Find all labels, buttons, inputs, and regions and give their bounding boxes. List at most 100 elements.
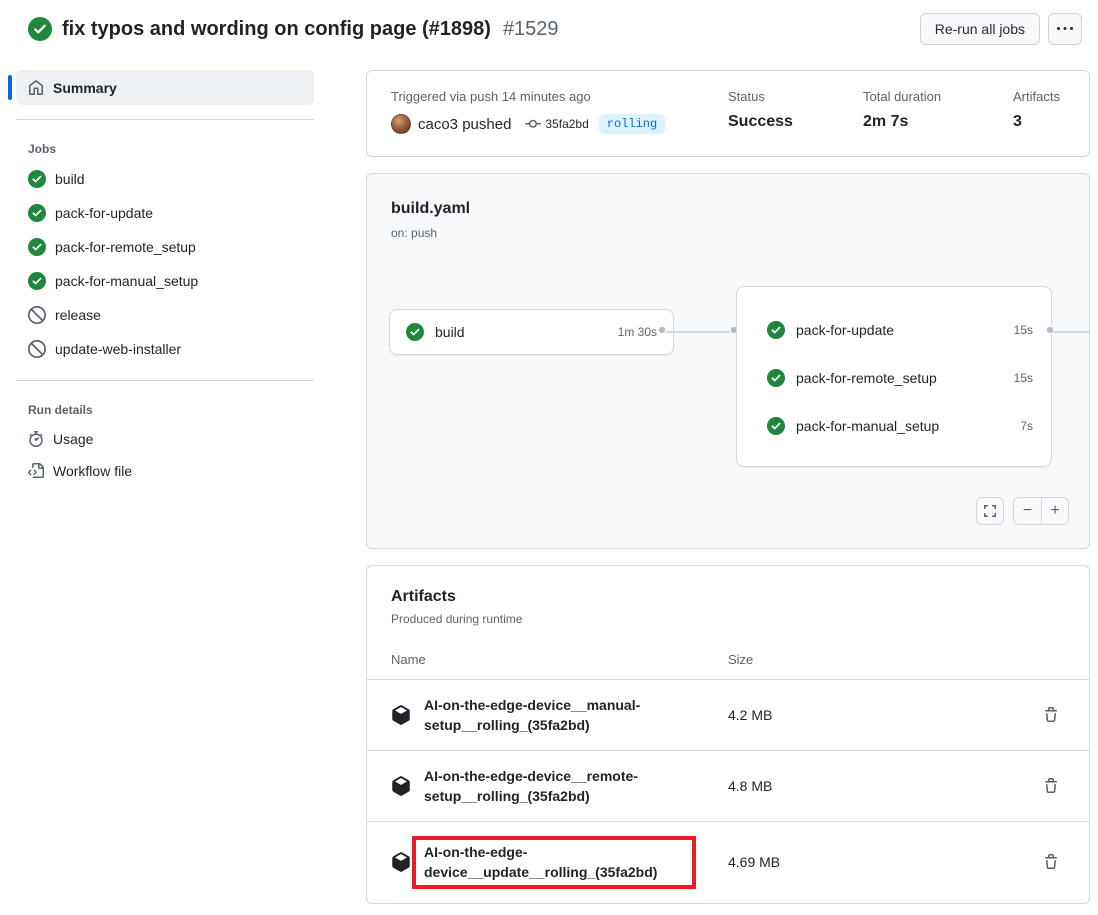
- sidebar-item-summary[interactable]: Summary: [16, 70, 314, 105]
- sidebar-item-workflow-file[interactable]: Workflow file: [0, 455, 340, 487]
- workflow-trigger: on: push: [391, 226, 437, 240]
- graph-job-duration: 7s: [1020, 419, 1033, 433]
- job-label: build: [55, 171, 85, 187]
- trash-icon: [1043, 707, 1059, 723]
- check-circle-icon: [28, 204, 46, 222]
- status-label: Status: [728, 89, 863, 104]
- home-icon: [28, 80, 44, 96]
- sidebar-job-pack-for-manual-setup[interactable]: pack-for-manual_setup: [0, 264, 340, 298]
- artifact-size: 4.69 MB: [728, 854, 1039, 870]
- graph-node-pack-for-update[interactable]: pack-for-update 15s: [737, 306, 1051, 354]
- package-icon: [391, 776, 411, 796]
- graph-node-pack-for-remote-setup[interactable]: pack-for-remote_setup 15s: [737, 354, 1051, 402]
- graph-job-name: pack-for-update: [796, 322, 894, 338]
- check-circle-icon: [28, 238, 46, 256]
- artifacts-count-label: Artifacts: [1013, 89, 1065, 104]
- avatar[interactable]: [391, 114, 411, 134]
- package-icon: [391, 705, 411, 725]
- trigger-info: Triggered via push 14 minutes ago: [391, 89, 728, 104]
- check-circle-icon: [767, 417, 785, 435]
- artifact-name-link[interactable]: AI-on-the-edge-device__remote-setup__rol…: [424, 766, 696, 807]
- sidebar: Summary Jobs build pack-for-update pack-…: [0, 58, 340, 487]
- rerun-all-jobs-button[interactable]: Re-run all jobs: [920, 13, 1040, 45]
- sidebar-item-usage[interactable]: Usage: [0, 423, 340, 455]
- sidebar-job-pack-for-remote-setup[interactable]: pack-for-remote_setup: [0, 230, 340, 264]
- graph-job-duration: 1m 30s: [618, 325, 657, 339]
- status-value: Success: [728, 113, 863, 131]
- run-number: #1529: [503, 18, 559, 41]
- sidebar-job-release[interactable]: release: [0, 298, 340, 332]
- column-header-name: Name: [391, 652, 728, 667]
- job-label: pack-for-remote_setup: [55, 239, 196, 255]
- page-title: fix typos and wording on config page (#1…: [62, 18, 491, 41]
- graph-job-duration: 15s: [1014, 371, 1033, 385]
- run-summary-card: Triggered via push 14 minutes ago caco3 …: [366, 70, 1090, 157]
- workflow-file-name: build.yaml: [391, 200, 470, 218]
- file-code-icon: [28, 463, 44, 479]
- delete-artifact-button[interactable]: [1039, 774, 1063, 798]
- check-circle-icon: [28, 272, 46, 290]
- check-circle-icon: [406, 323, 424, 341]
- artifact-name-link[interactable]: AI-on-the-edge-device__manual-setup__rol…: [424, 695, 696, 736]
- duration-value: 2m 7s: [863, 113, 1013, 131]
- graph-connector: [664, 331, 736, 333]
- usage-label: Usage: [53, 431, 93, 447]
- artifacts-count-value: 3: [1013, 113, 1065, 131]
- graph-connector: [1052, 331, 1090, 333]
- check-circle-icon: [767, 321, 785, 339]
- artifact-row: AI-on-the-edge-device__remote-setup__rol…: [367, 751, 1089, 822]
- column-header-size: Size: [728, 652, 1065, 667]
- active-accent-bar: [8, 75, 12, 100]
- sidebar-job-update-web-installer[interactable]: update-web-installer: [0, 332, 340, 366]
- artifact-size: 4.2 MB: [728, 707, 1039, 723]
- artifacts-subtitle: Produced during runtime: [391, 612, 1065, 626]
- artifact-row-highlighted: AI-on-the-edge-device__update__rolling_(…: [367, 822, 1089, 903]
- zoom-in-button[interactable]: +: [1041, 497, 1069, 525]
- artifacts-table-header: Name Size: [367, 640, 1089, 680]
- run-header: fix typos and wording on config page (#1…: [0, 0, 1098, 58]
- sidebar-job-build[interactable]: build: [0, 162, 340, 196]
- graph-job-duration: 15s: [1014, 323, 1033, 337]
- trash-icon: [1043, 854, 1059, 870]
- package-icon: [391, 852, 411, 872]
- sidebar-job-pack-for-update[interactable]: pack-for-update: [0, 196, 340, 230]
- artifact-row: AI-on-the-edge-device__manual-setup__rol…: [367, 680, 1089, 751]
- duration-label: Total duration: [863, 89, 1013, 104]
- sidebar-summary-label: Summary: [53, 80, 117, 96]
- artifact-name-link-highlighted[interactable]: AI-on-the-edge-device__update__rolling_(…: [412, 836, 696, 889]
- stopwatch-icon: [28, 431, 44, 447]
- kebab-icon: [1057, 21, 1073, 37]
- delete-artifact-button[interactable]: [1039, 703, 1063, 727]
- graph-connector-dot: [1045, 325, 1055, 335]
- graph-node-pack-for-manual-setup[interactable]: pack-for-manual_setup 7s: [737, 402, 1051, 450]
- jobs-section-header: Jobs: [0, 120, 340, 162]
- skipped-icon: [28, 340, 46, 358]
- graph-job-name: pack-for-manual_setup: [796, 418, 939, 434]
- graph-job-group: pack-for-update 15s pack-for-remote_setu…: [736, 286, 1052, 467]
- artifacts-card: Artifacts Produced during runtime Name S…: [366, 565, 1090, 904]
- graph-node-build[interactable]: build 1m 30s: [389, 309, 674, 355]
- commit-sha-link[interactable]: 35fa2bd: [545, 117, 588, 131]
- more-options-button[interactable]: [1048, 13, 1082, 45]
- trash-icon: [1043, 778, 1059, 794]
- job-label: pack-for-update: [55, 205, 153, 221]
- graph-job-name: pack-for-remote_setup: [796, 370, 937, 386]
- artifacts-title: Artifacts: [391, 588, 1065, 606]
- branch-badge[interactable]: rolling: [599, 114, 665, 134]
- actor-pushed-text[interactable]: caco3 pushed: [418, 116, 511, 133]
- fullscreen-button[interactable]: [976, 497, 1004, 525]
- job-label: release: [55, 307, 101, 323]
- graph-job-name: build: [435, 324, 465, 340]
- run-status-check-icon: [28, 17, 52, 41]
- check-circle-icon: [767, 369, 785, 387]
- job-label: pack-for-manual_setup: [55, 273, 198, 289]
- fullscreen-icon: [982, 503, 998, 519]
- check-circle-icon: [28, 170, 46, 188]
- workflow-graph-card: build.yaml on: push build 1m 30s pack-fo…: [366, 173, 1090, 549]
- graph-connector-dot: [657, 325, 667, 335]
- zoom-out-button[interactable]: −: [1013, 497, 1041, 525]
- run-details-section-header: Run details: [0, 381, 340, 423]
- workflow-file-label: Workflow file: [53, 463, 132, 479]
- job-label: update-web-installer: [55, 341, 181, 357]
- delete-artifact-button[interactable]: [1039, 850, 1063, 874]
